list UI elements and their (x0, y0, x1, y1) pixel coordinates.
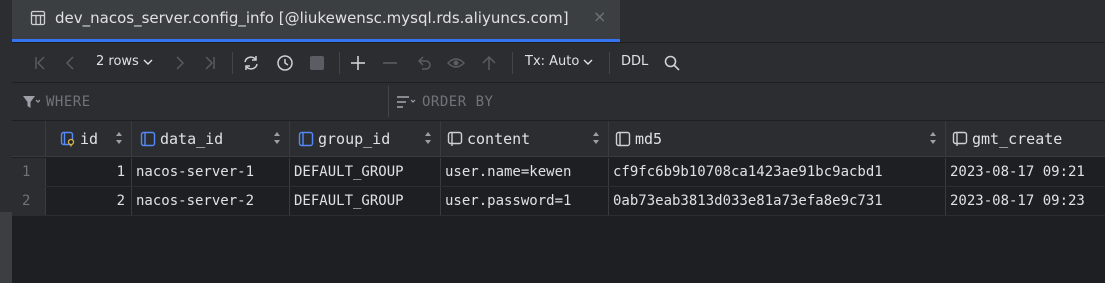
cell-data-id[interactable]: nacos-server-2 (132, 187, 290, 215)
toolbar-separator (232, 52, 233, 74)
table-icon (30, 10, 46, 26)
column-icon (952, 131, 968, 147)
column-header-data-id[interactable]: data_id (132, 121, 290, 156)
cell-id[interactable]: 2 (46, 187, 132, 215)
filter-bar: WHERE ORDER BY (12, 83, 1105, 121)
cell-group-id[interactable]: DEFAULT_GROUP (290, 158, 441, 186)
cell-gmt-create[interactable]: 2023-08-17 09:23 (946, 187, 1105, 215)
rows-label: 2 rows (96, 54, 139, 69)
cell-gmt-create[interactable]: 2023-08-17 09:21 (946, 158, 1105, 186)
prev-page-icon[interactable] (62, 54, 80, 72)
chevron-down-icon (143, 59, 153, 65)
filter-separator (388, 86, 389, 117)
row-number-header (12, 121, 46, 156)
order-by-label: ORDER BY (422, 93, 494, 110)
tab-title: dev_nacos_server.config_info [@liukewens… (55, 9, 569, 27)
toolbar-separator (339, 52, 340, 74)
transaction-mode-selector[interactable]: Tx: Auto (525, 54, 593, 69)
cell-content[interactable]: user.password=1 (441, 187, 609, 215)
column-header-content[interactable]: content (441, 121, 609, 156)
preview-icon[interactable] (447, 54, 465, 72)
sort-arrows-icon[interactable] (115, 131, 123, 145)
close-icon[interactable]: × (593, 7, 606, 26)
toolbar-separator (609, 52, 610, 74)
next-page-icon[interactable] (170, 54, 188, 72)
cell-md5[interactable]: cf9fc6b9b10708ca1423ae91bc9acbd1 (609, 158, 946, 186)
row-number: 2 (12, 187, 46, 215)
order-by-filter[interactable]: ORDER BY (396, 83, 493, 120)
scrollbar-thumb[interactable] (0, 212, 12, 283)
revert-icon[interactable] (415, 54, 433, 72)
column-label: group_id (318, 129, 391, 148)
sort-icon (397, 95, 416, 108)
sort-arrows-icon[interactable] (592, 131, 600, 145)
row-number: 1 (12, 158, 46, 186)
column-header-group-id[interactable]: group_id (290, 121, 441, 156)
first-page-icon[interactable] (32, 54, 50, 72)
primary-key-column-icon (60, 131, 76, 147)
last-page-icon[interactable] (200, 54, 218, 72)
toolbar-separator (512, 52, 513, 74)
cell-md5[interactable]: 0ab73eab3813d033e81a73efa8e9c731 (609, 187, 946, 215)
sort-arrows-icon[interactable] (273, 131, 281, 145)
grid-header: id data_id group_id content md5 gmt_crea… (12, 121, 1105, 157)
column-label: content (467, 129, 531, 148)
add-row-icon[interactable] (349, 54, 367, 72)
filter-icon (23, 95, 40, 108)
sort-arrows-icon[interactable] (929, 131, 937, 145)
rows-selector[interactable]: 2 rows (96, 54, 153, 69)
left-gutter (0, 0, 12, 283)
table-row[interactable]: 2 2 nacos-server-2 DEFAULT_GROUP user.pa… (12, 187, 1105, 215)
column-header-gmt-create[interactable]: gmt_create (946, 121, 1105, 156)
column-label: gmt_create (972, 129, 1063, 148)
column-header-id[interactable]: id (46, 121, 132, 156)
column-icon (298, 131, 314, 147)
table-row[interactable]: 1 1 nacos-server-1 DEFAULT_GROUP user.na… (12, 158, 1105, 186)
where-filter[interactable]: WHERE (22, 83, 91, 120)
column-icon (447, 131, 463, 147)
cell-content[interactable]: user.name=kewen (441, 158, 609, 186)
cell-group-id[interactable]: DEFAULT_GROUP (290, 187, 441, 215)
where-label: WHERE (46, 93, 91, 110)
column-icon (615, 131, 631, 147)
row-divider (12, 215, 1105, 216)
search-icon[interactable] (663, 54, 681, 72)
sort-arrows-icon[interactable] (424, 131, 432, 145)
cell-id[interactable]: 1 (46, 158, 132, 186)
editor-tab[interactable]: dev_nacos_server.config_info [@liukewens… (12, 0, 620, 42)
toolbar: 2 rows Tx: Auto DDL (12, 43, 1105, 83)
column-label: id (80, 129, 99, 148)
remove-row-icon[interactable] (381, 54, 399, 72)
history-icon[interactable] (276, 54, 294, 72)
column-label: data_id (160, 129, 224, 148)
cell-data-id[interactable]: nacos-server-1 (132, 158, 290, 186)
ddl-button[interactable]: DDL (621, 54, 648, 69)
column-label: md5 (635, 129, 663, 148)
editor-tab-bar: dev_nacos_server.config_info [@liukewens… (12, 0, 1105, 43)
submit-icon[interactable] (480, 54, 498, 72)
refresh-icon[interactable] (242, 54, 260, 72)
stop-icon[interactable] (308, 54, 326, 72)
column-header-md5[interactable]: md5 (609, 121, 946, 156)
chevron-down-icon (583, 59, 593, 65)
column-icon (140, 131, 156, 147)
tx-label: Tx: Auto (525, 54, 580, 69)
